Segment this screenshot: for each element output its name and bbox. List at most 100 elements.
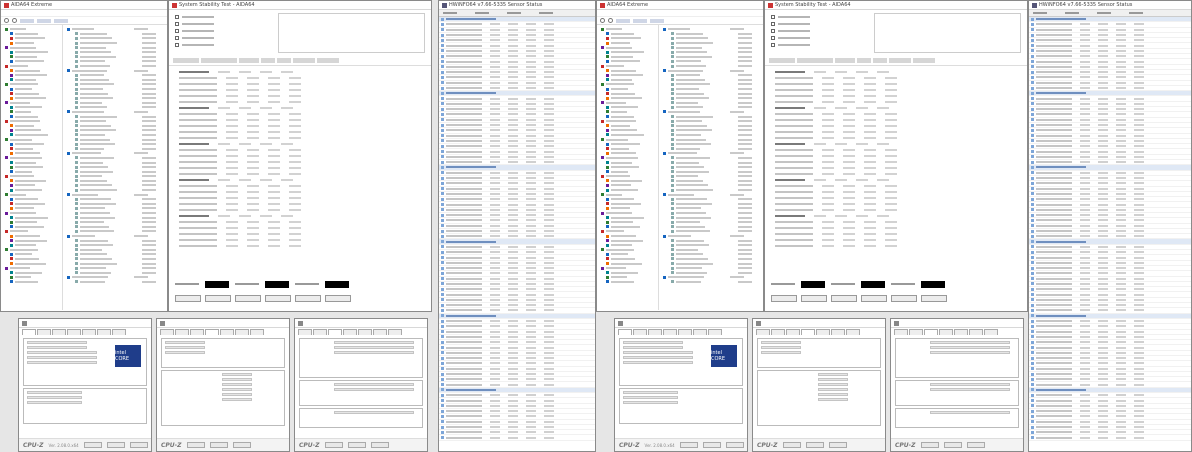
stress-checkbox[interactable] (175, 13, 278, 20)
tools-button[interactable] (186, 442, 205, 448)
tree-node-icon (606, 165, 609, 169)
sensor-icon (75, 165, 78, 169)
cpuz-tabs[interactable] (157, 328, 289, 336)
cpuid-button[interactable] (891, 295, 917, 302)
toolbar-button[interactable] (54, 18, 68, 23)
sensor-icon (441, 28, 444, 32)
forward-arrow-icon[interactable] (608, 18, 613, 23)
tools-button[interactable] (782, 442, 801, 448)
save-button[interactable] (265, 295, 291, 302)
validate-button[interactable] (209, 442, 228, 448)
aida64-tree[interactable] (1, 25, 63, 310)
cpuid-button[interactable] (295, 295, 321, 302)
sensor-icon (671, 64, 674, 68)
stress-checkbox[interactable] (771, 41, 874, 48)
sensor-icon (75, 183, 78, 187)
start-button[interactable] (771, 295, 797, 302)
close-button[interactable] (725, 442, 744, 448)
stress-checkbox[interactable] (175, 34, 278, 41)
toolbar-button[interactable] (37, 18, 51, 23)
stability-tabs[interactable] (169, 56, 431, 66)
cpuz-tabs[interactable] (753, 328, 885, 336)
cpuz-tabs[interactable] (295, 328, 427, 336)
stress-checkbox[interactable] (175, 41, 278, 48)
sensor-icon (441, 372, 444, 376)
stability-tabs[interactable] (765, 56, 1027, 66)
tree-node-icon (606, 50, 609, 54)
cpuz-titlebar (19, 319, 151, 328)
sensor-icon (441, 33, 444, 37)
back-arrow-icon[interactable] (600, 18, 605, 23)
close-button[interactable] (370, 442, 389, 448)
stress-checkbox[interactable] (771, 13, 874, 20)
toolbar-button[interactable] (633, 18, 647, 23)
sensor-icon (671, 252, 674, 256)
validate-button[interactable] (106, 442, 125, 448)
tools-button[interactable] (324, 442, 343, 448)
tools-button[interactable] (679, 442, 698, 448)
sensor-icon (671, 119, 674, 123)
aida64-menubar[interactable] (1, 10, 167, 17)
validate-button[interactable] (702, 442, 721, 448)
tree-node-icon (601, 101, 604, 105)
toolbar-button[interactable] (616, 18, 630, 23)
sensor-icon (1031, 404, 1034, 408)
cpuz-tabs[interactable] (615, 328, 747, 336)
cpuz-tabs[interactable] (19, 328, 151, 336)
validate-button[interactable] (805, 442, 824, 448)
tree-node-icon (601, 211, 604, 215)
tools-button[interactable] (920, 442, 939, 448)
close-button[interactable] (828, 442, 847, 448)
aida64-tree[interactable] (597, 25, 659, 310)
tree-node-icon (601, 248, 604, 252)
start-button[interactable] (175, 295, 201, 302)
sensor-icon (671, 183, 674, 187)
sensor-icon (671, 257, 674, 261)
sensor-icon (75, 225, 78, 229)
toolbar-button[interactable] (650, 18, 664, 23)
sensor-icon (663, 110, 666, 114)
test-started (861, 280, 885, 288)
preferences-button[interactable] (325, 295, 351, 302)
clear-button[interactable] (831, 295, 857, 302)
stress-checkbox[interactable] (175, 20, 278, 27)
hwinfo-titlebar: HWiNFO64 v7.66-5335 Sensor Status (1029, 1, 1191, 10)
tree-node-icon (10, 41, 13, 45)
tree-item[interactable] (606, 280, 658, 285)
forward-arrow-icon[interactable] (12, 18, 17, 23)
aida64-menubar[interactable] (597, 10, 763, 17)
tools-button[interactable] (83, 442, 102, 448)
stop-button[interactable] (801, 295, 827, 302)
preferences-button[interactable] (921, 295, 947, 302)
close-button[interactable] (232, 442, 251, 448)
tree-node-icon (5, 266, 8, 270)
tree-item[interactable] (10, 280, 62, 285)
stop-button[interactable] (205, 295, 231, 302)
sensor-icon (441, 393, 444, 397)
sensor-icon (441, 192, 444, 196)
sensor-icon (75, 133, 78, 137)
stress-checkbox[interactable] (771, 27, 874, 34)
sensor-icon (441, 330, 444, 334)
toolbar-button[interactable] (20, 18, 34, 23)
tree-node-icon (606, 55, 609, 59)
stress-checkbox[interactable] (175, 27, 278, 34)
close-button[interactable] (966, 442, 985, 448)
cpuz-tabs[interactable] (891, 328, 1023, 336)
save-button[interactable] (861, 295, 887, 302)
stability-buttons (175, 294, 425, 303)
close-button[interactable] (129, 442, 148, 448)
stress-checkbox[interactable] (771, 34, 874, 41)
back-arrow-icon[interactable] (4, 18, 9, 23)
stress-checkbox[interactable] (771, 20, 874, 27)
tree-node-icon (10, 59, 13, 63)
sensor-icon (441, 44, 444, 48)
aida64-window: AIDA64 Extreme (0, 0, 168, 312)
sensor-icon (441, 335, 444, 339)
validate-button[interactable] (943, 442, 962, 448)
clear-button[interactable] (235, 295, 261, 302)
sensor-row[interactable] (439, 435, 595, 441)
sensor-row[interactable] (1029, 435, 1191, 441)
stability-stats-table (765, 66, 1027, 249)
validate-button[interactable] (347, 442, 366, 448)
